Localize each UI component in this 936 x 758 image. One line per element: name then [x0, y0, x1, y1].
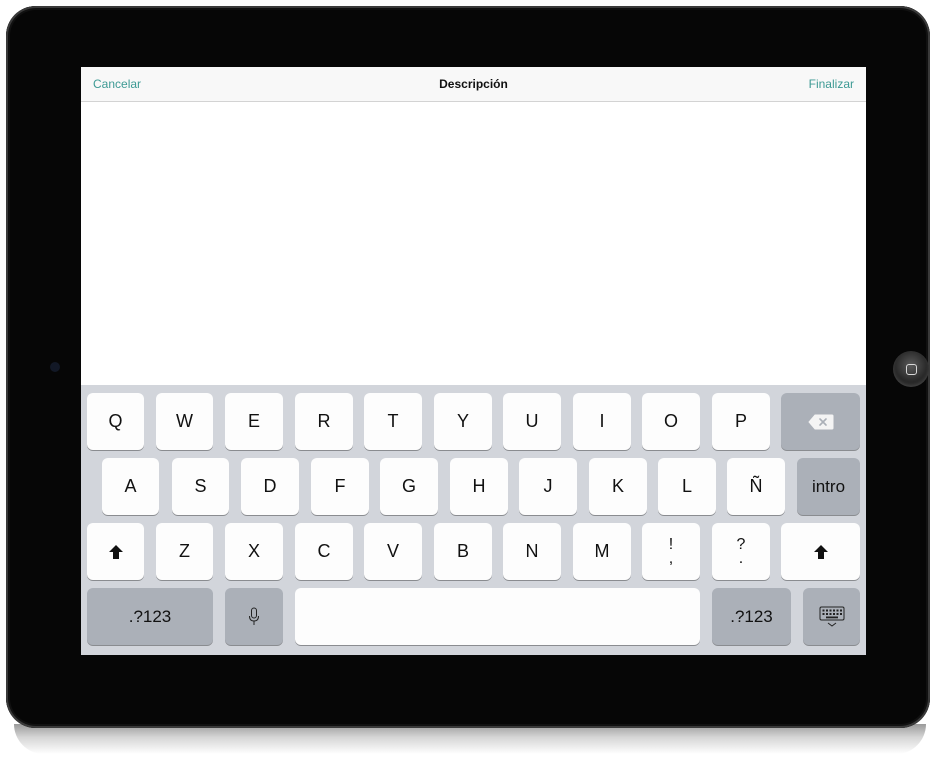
dictation-key[interactable] [225, 588, 283, 645]
shift-icon [813, 544, 828, 559]
done-button[interactable]: Finalizar [809, 67, 854, 101]
hide-keyboard-key[interactable] [803, 588, 860, 645]
key-b[interactable]: B [434, 523, 492, 580]
key-n[interactable]: N [503, 523, 561, 580]
return-key[interactable]: intro [797, 458, 860, 515]
key-t[interactable]: T [364, 393, 422, 450]
screen: Cancelar Descripción Finalizar Q W E R T… [81, 67, 866, 655]
key-f[interactable]: F [311, 458, 369, 515]
device-shadow [14, 724, 926, 754]
backspace-icon [807, 414, 833, 429]
shift-icon [108, 544, 123, 559]
key-bottom-char: , [668, 549, 674, 567]
key-j[interactable]: J [519, 458, 577, 515]
key-n-tilde[interactable]: Ñ [727, 458, 785, 515]
key-m[interactable]: M [573, 523, 631, 580]
keyboard-hide-icon [819, 606, 844, 627]
nav-title: Descripción [439, 77, 508, 91]
shift-key-right[interactable] [781, 523, 860, 580]
key-i[interactable]: I [573, 393, 631, 450]
key-exclamation-comma[interactable]: ! , [642, 523, 700, 580]
space-bar[interactable] [295, 588, 700, 645]
key-z[interactable]: Z [156, 523, 213, 580]
description-text-area[interactable] [81, 102, 866, 385]
key-a[interactable]: A [102, 458, 159, 515]
key-o[interactable]: O [642, 393, 700, 450]
key-p[interactable]: P [712, 393, 770, 450]
key-v[interactable]: V [364, 523, 422, 580]
key-g[interactable]: G [380, 458, 438, 515]
backspace-key[interactable] [781, 393, 860, 450]
numbers-key-left[interactable]: .?123 [87, 588, 213, 645]
navigation-bar: Cancelar Descripción Finalizar [81, 67, 866, 102]
key-w[interactable]: W [156, 393, 213, 450]
key-bottom-char: . [738, 549, 744, 567]
key-question-period[interactable]: ? . [712, 523, 770, 580]
microphone-icon [249, 607, 259, 625]
key-c[interactable]: C [295, 523, 353, 580]
key-s[interactable]: S [172, 458, 229, 515]
numbers-key-right[interactable]: .?123 [712, 588, 791, 645]
camera [50, 362, 60, 372]
home-button[interactable] [893, 351, 929, 387]
key-e[interactable]: E [225, 393, 283, 450]
key-u[interactable]: U [503, 393, 561, 450]
key-l[interactable]: L [658, 458, 716, 515]
keyboard: Q W E R T Y U I O P A S D F G H J K L Ñ … [81, 385, 866, 655]
key-y[interactable]: Y [434, 393, 492, 450]
key-d[interactable]: D [241, 458, 299, 515]
key-h[interactable]: H [450, 458, 508, 515]
key-r[interactable]: R [295, 393, 353, 450]
key-k[interactable]: K [589, 458, 647, 515]
key-q[interactable]: Q [87, 393, 144, 450]
key-x[interactable]: X [225, 523, 283, 580]
home-square-icon [905, 363, 917, 375]
shift-key-left[interactable] [87, 523, 144, 580]
